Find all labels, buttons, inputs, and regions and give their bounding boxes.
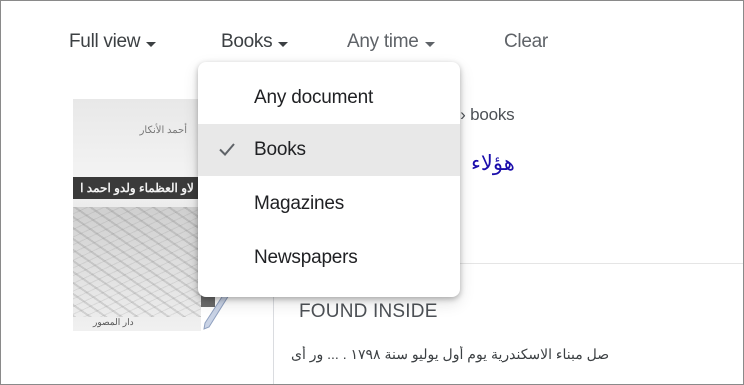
full-view-label: Full view (69, 31, 141, 52)
dropdown-item-label: Magazines (254, 193, 345, 214)
books-filter-label: Books (221, 31, 273, 52)
dropdown-item-any-document[interactable]: Any document (198, 72, 460, 124)
cover-title-text: لاو العظماء ولدو احمد ا (80, 181, 194, 195)
dropdown-item-books[interactable]: Books (198, 124, 460, 176)
any-time-label: Any time (347, 31, 419, 52)
document-type-filter[interactable]: Books (221, 27, 289, 57)
cover-artwork (73, 207, 201, 317)
time-filter[interactable]: Any time (347, 27, 435, 57)
search-results-panel: Full view Books Any time Clear أحمد الأن… (0, 0, 744, 385)
document-type-dropdown: Any document Books Magazines Newspapers (198, 62, 460, 297)
caret-down-icon (146, 41, 157, 47)
caret-down-icon (278, 41, 289, 47)
result-title-link[interactable]: هؤلاء (471, 151, 515, 176)
cover-author-text: أحمد الأنكار (139, 125, 187, 136)
dropdown-item-label: Newspapers (254, 247, 358, 268)
caret-down-icon (424, 41, 435, 47)
checkmark-icon (219, 143, 235, 156)
found-inside-heading: FOUND INSIDE (299, 301, 438, 322)
clear-label: Clear (504, 31, 548, 52)
dropdown-item-label: Any document (254, 87, 374, 108)
dropdown-item-magazines[interactable]: Magazines (198, 178, 460, 230)
dropdown-item-label: Books (254, 139, 306, 160)
cover-publisher-text: دار المصور (93, 317, 134, 327)
found-inside-snippet: صل مبناء الاسكندرية يوم أول يوليو سنة ١٧… (291, 346, 610, 362)
clear-filters-button[interactable]: Clear (504, 27, 548, 57)
book-cover-thumbnail[interactable]: أحمد الأنكار لاو العظماء ولدو احمد ا دار… (73, 99, 201, 331)
dropdown-item-newspapers[interactable]: Newspapers (198, 232, 460, 284)
full-view-filter[interactable]: Full view (69, 27, 157, 57)
